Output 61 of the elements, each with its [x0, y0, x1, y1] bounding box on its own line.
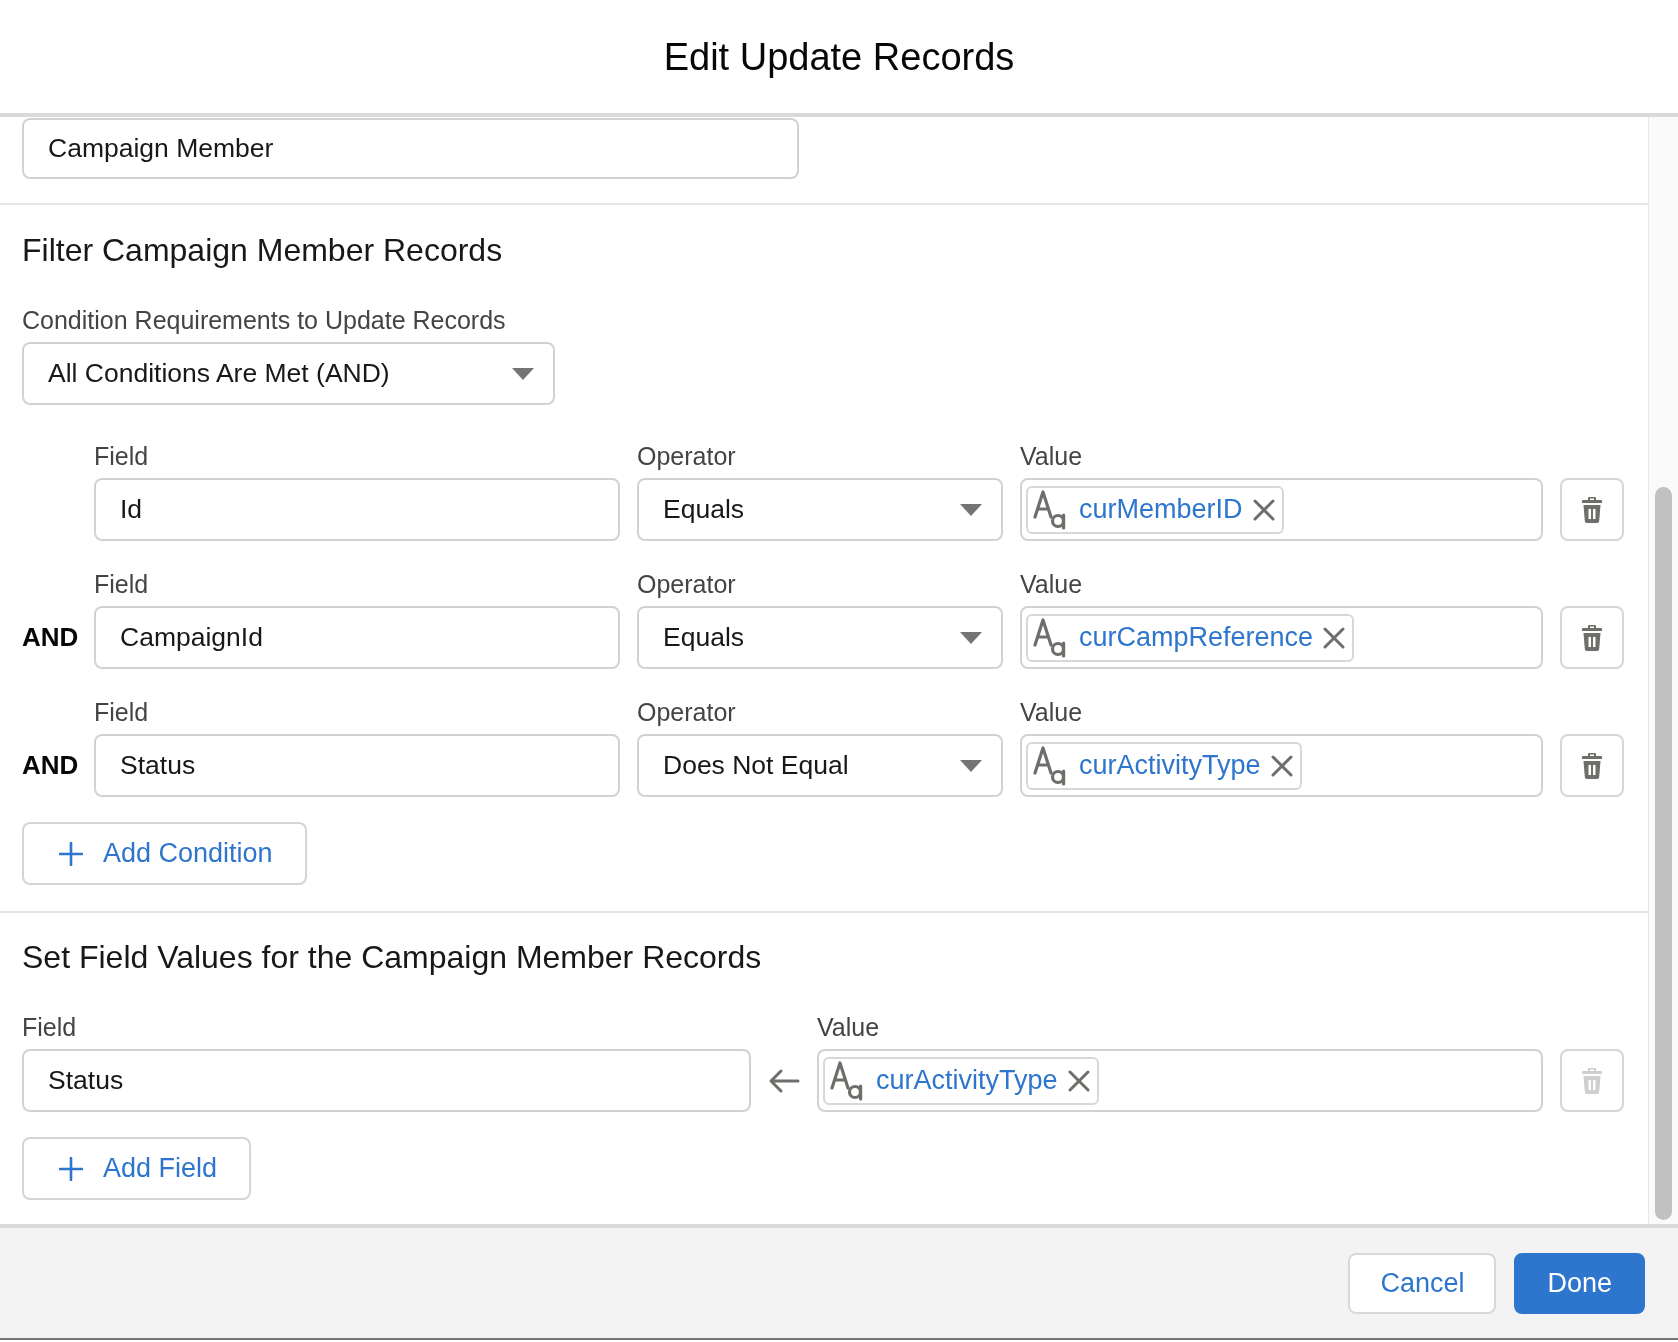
- trash-icon: [1582, 624, 1602, 651]
- field-label: Field: [94, 698, 149, 726]
- field-label: Value: [1020, 570, 1083, 598]
- operator-select[interactable]: Equals: [637, 478, 1003, 541]
- caret-icon: [960, 503, 982, 516]
- done-button[interactable]: Done: [1514, 1252, 1645, 1314]
- add-field-button[interactable]: Add Field: [22, 1137, 252, 1200]
- trash-icon: [1582, 752, 1602, 779]
- logic-operator: AND: [22, 749, 79, 782]
- field-label: Operator: [637, 442, 736, 470]
- field-label: Value: [1020, 698, 1083, 726]
- scrollbar-thumb[interactable]: [1655, 487, 1672, 1220]
- operator-select[interactable]: Equals: [637, 606, 1003, 669]
- close-icon[interactable]: [1067, 1069, 1090, 1092]
- resource-name: curActivityType: [876, 1064, 1058, 1098]
- trash-icon: [1582, 496, 1602, 523]
- caret-icon: [512, 367, 534, 380]
- field-label: Field: [94, 442, 149, 470]
- field-label: Field: [22, 1013, 77, 1041]
- value-field[interactable]: curCampReference: [1020, 606, 1543, 669]
- text-type-icon: [1033, 745, 1067, 786]
- modal-title: Edit Update Records: [663, 34, 1015, 80]
- condition-select[interactable]: All Conditions Are Met (AND): [22, 342, 555, 405]
- value-field[interactable]: curActivityType: [1020, 734, 1543, 797]
- field-label: Value: [817, 1013, 880, 1041]
- field-input[interactable]: Status: [22, 1049, 751, 1112]
- resource-name: curActivityType: [1079, 749, 1261, 783]
- delete-button[interactable]: [1560, 606, 1624, 669]
- operator-select[interactable]: Does Not Equal: [637, 734, 1003, 797]
- plus-icon: [59, 841, 83, 866]
- field-label: Value: [1020, 442, 1083, 470]
- logic-operator: AND: [22, 621, 79, 654]
- text-type-icon: [1033, 617, 1067, 658]
- value-field[interactable]: curMemberID: [1020, 478, 1543, 541]
- field-input[interactable]: CampaignId: [94, 606, 620, 669]
- text-type-icon: [830, 1060, 864, 1101]
- value-field[interactable]: curActivityType: [817, 1049, 1543, 1112]
- field-label: Condition Requirements to Update Records: [22, 306, 506, 334]
- field-input[interactable]: Status: [94, 734, 620, 797]
- left-arrow-icon: [768, 1067, 800, 1094]
- plus-icon: [59, 1156, 83, 1181]
- object-field[interactable]: Campaign Member: [22, 118, 799, 179]
- resource-name: curMemberID: [1079, 493, 1243, 527]
- field-label: Field: [94, 570, 149, 598]
- caret-icon: [960, 631, 982, 644]
- field-label: Operator: [637, 570, 736, 598]
- text-type-icon: [1033, 489, 1067, 530]
- resource-name: curCampReference: [1079, 621, 1314, 655]
- add-condition-button[interactable]: Add Condition: [22, 822, 307, 885]
- delete-button[interactable]: [1560, 734, 1624, 797]
- section-heading: Filter Campaign Member Records: [22, 231, 504, 269]
- delete-button[interactable]: [1560, 478, 1624, 541]
- caret-icon: [960, 759, 982, 772]
- cancel-button[interactable]: Cancel: [1348, 1252, 1497, 1314]
- trash-icon: [1582, 1067, 1602, 1094]
- section-heading: Set Field Values for the Campaign Member Records: [22, 938, 763, 976]
- field-input[interactable]: Id: [94, 478, 620, 541]
- field-label: Operator: [637, 698, 736, 726]
- close-icon[interactable]: [1323, 626, 1346, 649]
- close-icon[interactable]: [1252, 498, 1275, 521]
- close-icon[interactable]: [1270, 754, 1293, 777]
